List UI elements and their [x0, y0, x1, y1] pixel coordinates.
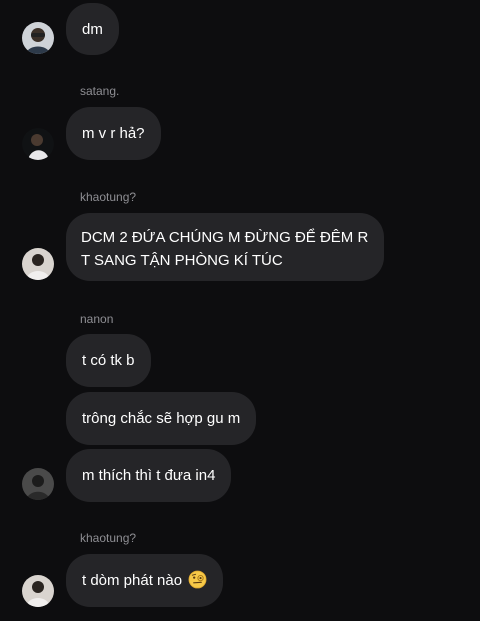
- message-text: t dòm phát nào: [82, 572, 183, 589]
- sender-name: nanon: [80, 312, 114, 326]
- avatar[interactable]: [22, 575, 54, 607]
- message-bubble[interactable]: DCM 2 ĐỨA CHÚNG M ĐỪNG ĐỂ ĐÊM R T SANG T…: [66, 213, 384, 281]
- message-bubble[interactable]: t có tk b: [66, 334, 151, 387]
- avatar[interactable]: [22, 128, 54, 160]
- message-bubble[interactable]: trông chắc sẽ hợp gu m: [66, 392, 257, 445]
- chat-thread: dm satang. m v r hả? khaotung? DCM 2 ĐỨA…: [0, 0, 480, 621]
- avatar[interactable]: [22, 248, 54, 280]
- message-bubble[interactable]: t dòm phát nào: [66, 554, 224, 607]
- message-bubble[interactable]: m v r hả?: [66, 107, 161, 160]
- sender-name: khaotung?: [80, 531, 137, 545]
- avatar[interactable]: [22, 22, 54, 54]
- message-bubble[interactable]: dm: [66, 3, 119, 55]
- avatar[interactable]: [22, 468, 54, 500]
- sender-name: satang.: [80, 84, 120, 98]
- face-with-monocle-emoji: [188, 570, 207, 596]
- message-bubble[interactable]: m thích thì t đưa in4: [66, 449, 232, 502]
- sender-name: khaotung?: [80, 190, 137, 204]
